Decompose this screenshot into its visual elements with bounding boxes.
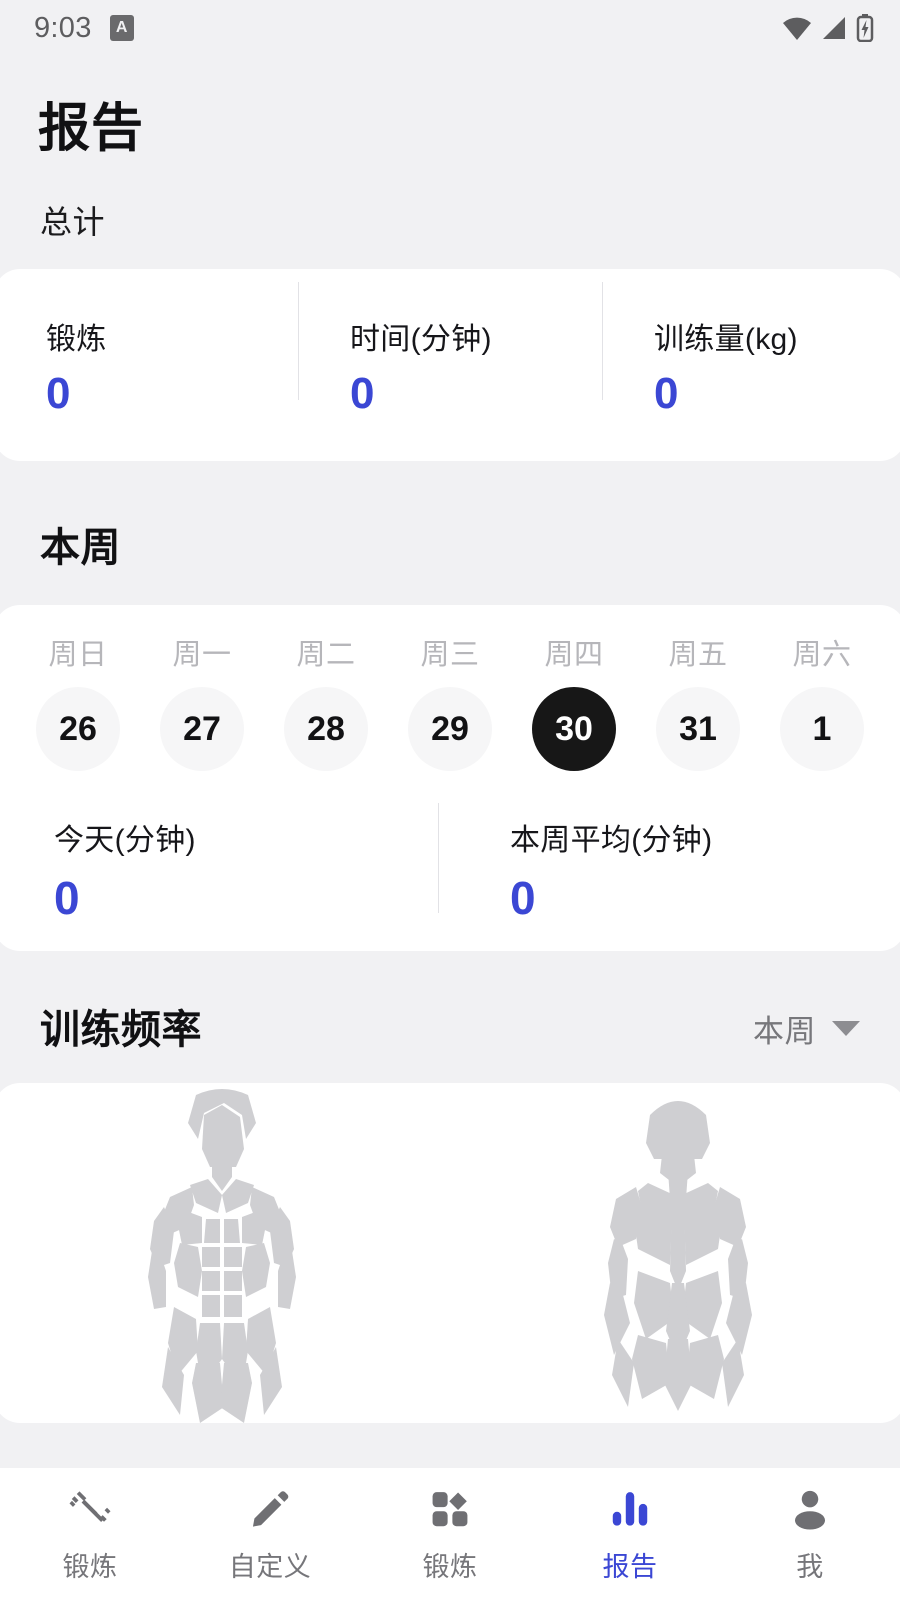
day-name: 周一 (172, 639, 232, 671)
grid-icon (428, 1485, 472, 1531)
clock: 9:03 (34, 11, 92, 44)
body-front-muscle-map[interactable] (92, 1083, 352, 1423)
muscle-map-card (0, 1083, 900, 1423)
nav-item-exercises[interactable]: 锻炼 (360, 1485, 540, 1584)
week-card: 周日 26 周一 27 周二 28 周三 29 周四 30 周五 31 周六 1… (0, 605, 900, 951)
day-cell-saturday[interactable]: 周六 1 (760, 631, 884, 771)
frequency-range-dropdown[interactable]: 本周 (753, 1006, 860, 1055)
day-name: 周五 (668, 639, 728, 671)
frequency-range-value: 本周 (753, 1014, 816, 1049)
report-screen: 9:03 A 报告 总计 锻炼 0 时间(分钟) 0 训练量(kg) 0 本周 … (0, 0, 900, 1600)
nav-label: 锻炼 (62, 1551, 118, 1582)
day-cell-thursday[interactable]: 周四 30 (512, 631, 636, 771)
day-name: 周六 (792, 639, 852, 671)
nav-item-report[interactable]: 报告 (540, 1485, 720, 1584)
stat-value: 0 (510, 872, 536, 924)
nav-label: 我 (796, 1551, 824, 1582)
chevron-down-icon (832, 1021, 860, 1036)
day-date: 31 (656, 687, 740, 771)
training-frequency-title: 训练频率 (40, 1008, 202, 1052)
day-date: 28 (284, 687, 368, 771)
day-date: 29 (408, 687, 492, 771)
status-bar-right (782, 14, 874, 42)
signal-icon (823, 17, 845, 39)
stat-today-minutes: 今天(分钟) 0 (0, 815, 450, 921)
day-cell-tuesday[interactable]: 周二 28 (264, 631, 388, 771)
day-date: 27 (160, 687, 244, 771)
nav-item-custom[interactable]: 自定义 (180, 1485, 360, 1584)
body-back-muscle-map[interactable] (548, 1083, 808, 1423)
bottom-navigation: 锻炼 自定义 锻炼 报告 我 (0, 1468, 900, 1600)
stat-value: 0 (654, 369, 679, 418)
stat-label: 本周平均(分钟) (510, 824, 713, 857)
week-day-row: 周日 26 周一 27 周二 28 周三 29 周四 30 周五 31 周六 1 (0, 631, 900, 771)
day-cell-wednesday[interactable]: 周三 29 (388, 631, 512, 771)
nav-label: 自定义 (228, 1551, 312, 1582)
dumbbell-icon (67, 1485, 113, 1531)
section-title-week: 本周 (40, 526, 121, 570)
day-name: 周四 (544, 639, 604, 671)
wifi-icon (783, 17, 811, 40)
total-stats-card: 锻炼 0 时间(分钟) 0 训练量(kg) 0 (0, 269, 900, 461)
battery-charging-icon (856, 14, 874, 42)
person-icon (788, 1485, 832, 1531)
pencil-icon (248, 1485, 292, 1531)
day-cell-monday[interactable]: 周一 27 (140, 631, 264, 771)
day-name: 周三 (420, 639, 480, 671)
stat-volume: 训练量(kg) 0 (602, 282, 900, 418)
stat-value: 0 (46, 369, 71, 418)
training-frequency-header: 训练频率 本周 (0, 951, 900, 1055)
day-date: 26 (36, 687, 120, 771)
stat-label: 锻炼 (46, 323, 107, 356)
day-date: 1 (780, 687, 864, 771)
section-title-total: 总计 (40, 204, 106, 240)
day-name: 周二 (296, 639, 356, 671)
app-badge-icon: A (109, 15, 134, 41)
nav-label: 报告 (602, 1551, 658, 1582)
day-cell-friday[interactable]: 周五 31 (636, 631, 760, 771)
day-cell-sunday[interactable]: 周日 26 (16, 631, 140, 771)
stat-week-average-minutes: 本周平均(分钟) 0 (438, 803, 900, 924)
stat-label: 时间(分钟) (350, 323, 492, 356)
day-name: 周日 (48, 639, 108, 671)
status-bar: 9:03 A (0, 0, 900, 56)
nav-label: 锻炼 (422, 1551, 478, 1582)
bar-chart-icon (608, 1485, 652, 1531)
stat-value: 0 (54, 872, 80, 924)
page-title: 报告 (38, 100, 145, 158)
nav-item-workout[interactable]: 锻炼 (0, 1485, 180, 1584)
stat-value: 0 (350, 369, 375, 418)
stat-label: 今天(分钟) (54, 824, 196, 857)
stat-label: 训练量(kg) (654, 323, 798, 356)
week-stats-row: 今天(分钟) 0 本周平均(分钟) 0 (0, 803, 900, 924)
stat-duration: 时间(分钟) 0 (298, 282, 602, 418)
status-bar-left: 9:03 A (34, 12, 134, 45)
stat-workouts: 锻炼 0 (0, 314, 298, 416)
nav-item-profile[interactable]: 我 (720, 1485, 900, 1584)
day-date: 30 (532, 687, 616, 771)
